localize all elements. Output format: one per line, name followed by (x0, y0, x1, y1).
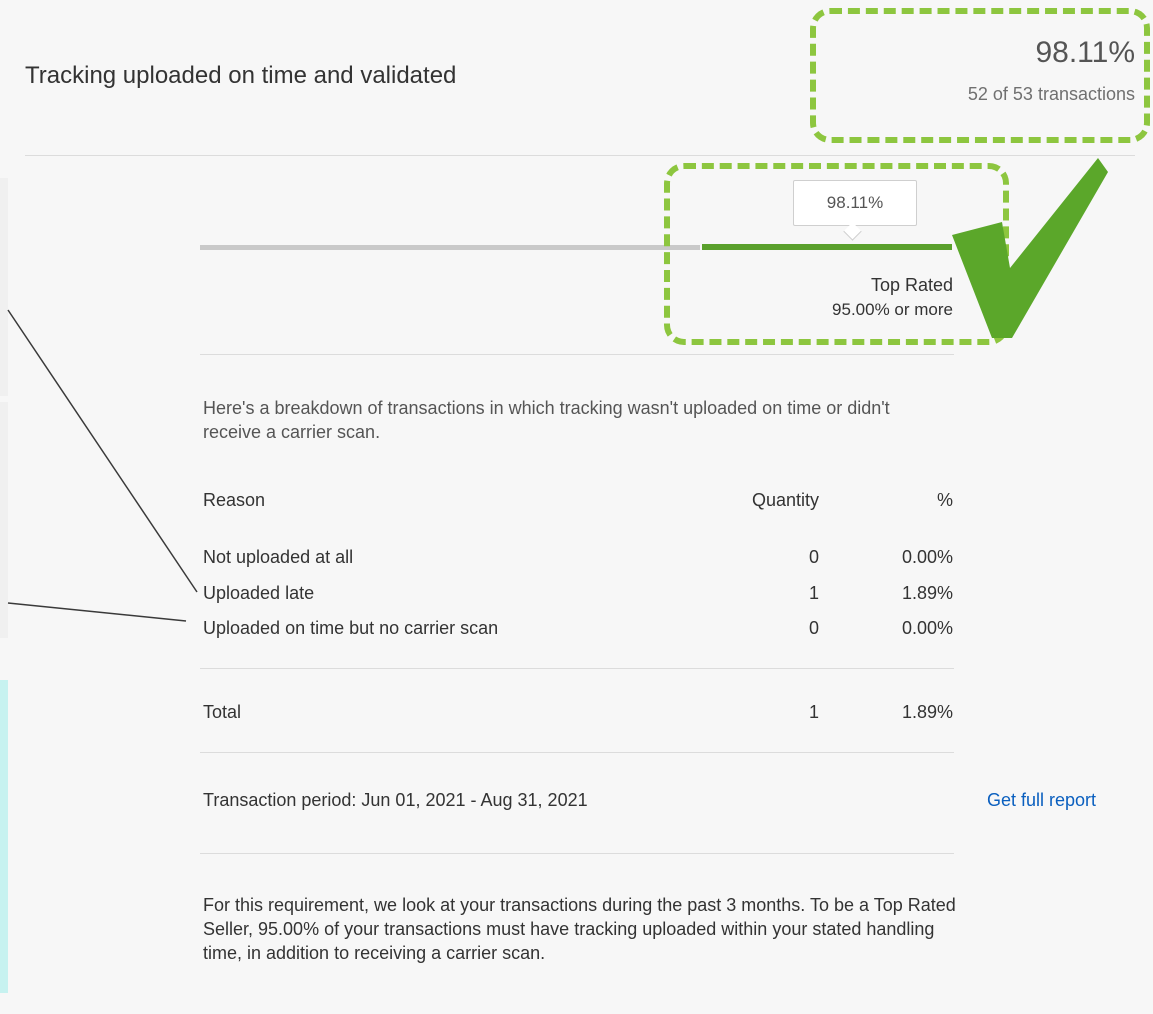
get-full-report-link[interactable]: Get full report (987, 790, 1096, 811)
column-header-percent: % (936, 490, 953, 510)
row-reason: Uploaded on time but no carrier scan (203, 618, 499, 638)
header-divider (25, 155, 1135, 156)
row-percent: 0.00% (901, 618, 953, 638)
column-header-quantity: Quantity (751, 490, 819, 510)
row-percent: 0.00% (901, 547, 953, 567)
transaction-period: Transaction period: Jun 01, 2021 - Aug 3… (203, 790, 588, 810)
column-header-reason: Reason (203, 490, 266, 510)
total-label: Total (203, 702, 242, 722)
total-quantity: 1 (808, 702, 819, 722)
progress-divider (200, 354, 954, 355)
breakdown-intro: Here's a breakdown of transactions in wh… (203, 398, 890, 442)
score-highlight-box (810, 8, 1150, 143)
left-edge-strip-3 (0, 680, 8, 993)
row-quantity: 0 (808, 547, 819, 567)
row-percent: 1.89% (901, 583, 953, 603)
left-edge-strip-2 (0, 402, 8, 638)
row-quantity: 1 (808, 583, 819, 603)
metric-panel (0, 0, 1153, 1014)
table-divider (200, 668, 954, 669)
tier-highlight-box (664, 163, 1009, 345)
period-divider (200, 853, 954, 854)
requirement-footnote: For this requirement, we look at your tr… (203, 895, 956, 963)
total-percent: 1.89% (901, 702, 953, 722)
row-quantity: 0 (808, 618, 819, 638)
left-edge-strip-1 (0, 178, 8, 396)
total-divider (200, 752, 954, 753)
row-reason: Not uploaded at all (203, 547, 354, 567)
progress-track (200, 245, 700, 250)
metric-title: Tracking uploaded on time and validated (25, 62, 457, 89)
row-reason: Uploaded late (203, 583, 315, 603)
